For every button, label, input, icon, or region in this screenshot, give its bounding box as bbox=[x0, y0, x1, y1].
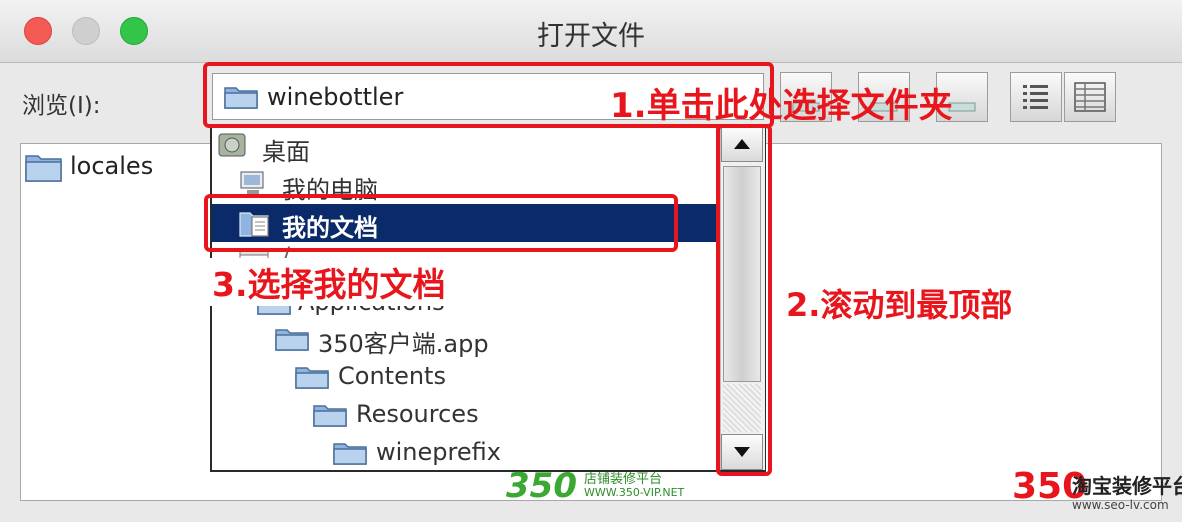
annotation-box-step2 bbox=[716, 124, 772, 476]
folder-icon bbox=[313, 405, 347, 427]
title-bar: 打开文件 bbox=[0, 0, 1182, 63]
dropdown-item-wineprefix[interactable]: wineprefix bbox=[212, 432, 720, 470]
dropdown-item-resources[interactable]: Resources bbox=[212, 394, 720, 432]
window-title: 打开文件 bbox=[537, 21, 645, 52]
dropdown-item-label: 桌面 bbox=[262, 138, 310, 166]
annotation-step3: 3.选择我的文档 bbox=[206, 258, 452, 306]
details-view-button[interactable] bbox=[1064, 72, 1116, 122]
folder-icon bbox=[333, 443, 367, 465]
dropdown-item-label: Resources bbox=[356, 400, 479, 428]
file-item-label[interactable]: locales bbox=[70, 152, 153, 180]
open-file-dialog: 打开文件 浏览(I): winebottler locales 桌面 我的电脑 … bbox=[0, 0, 1182, 522]
watermark-line2: www.seo-lv.com bbox=[1072, 498, 1169, 512]
dropdown-item-contents[interactable]: Contents bbox=[212, 356, 720, 394]
annotation-step1: 1.单击此处选择文件夹 bbox=[610, 86, 953, 126]
dropdown-item-label: Contents bbox=[338, 362, 446, 390]
list-view-icon bbox=[1023, 85, 1048, 109]
annotation-box-step3 bbox=[204, 194, 678, 252]
list-view-button[interactable] bbox=[1010, 72, 1062, 122]
dropdown-item-label: wineprefix bbox=[376, 438, 501, 466]
watermark-line1: 淘宝装修平台 bbox=[1072, 474, 1182, 498]
watermark-logo: 350 bbox=[506, 466, 577, 506]
browse-label: 浏览(I): bbox=[22, 93, 101, 119]
annotation-step2: 2.滚动到最顶部 bbox=[786, 286, 1013, 324]
dropdown-item-desktop[interactable]: 桌面 bbox=[212, 128, 720, 166]
dropdown-item-350-client-app[interactable]: 350客户端.app bbox=[212, 318, 720, 358]
watermark-line2: WWW.350-VIP.NET bbox=[584, 486, 685, 499]
folder-icon bbox=[295, 367, 329, 389]
dropdown-item-label: 350客户端.app bbox=[318, 330, 489, 358]
watermark-line1: 店铺装修平台 bbox=[584, 472, 663, 487]
desktop-icon bbox=[218, 133, 246, 157]
folder-icon bbox=[275, 329, 309, 351]
details-view-icon bbox=[1074, 82, 1106, 112]
folder-icon[interactable] bbox=[24, 150, 64, 184]
